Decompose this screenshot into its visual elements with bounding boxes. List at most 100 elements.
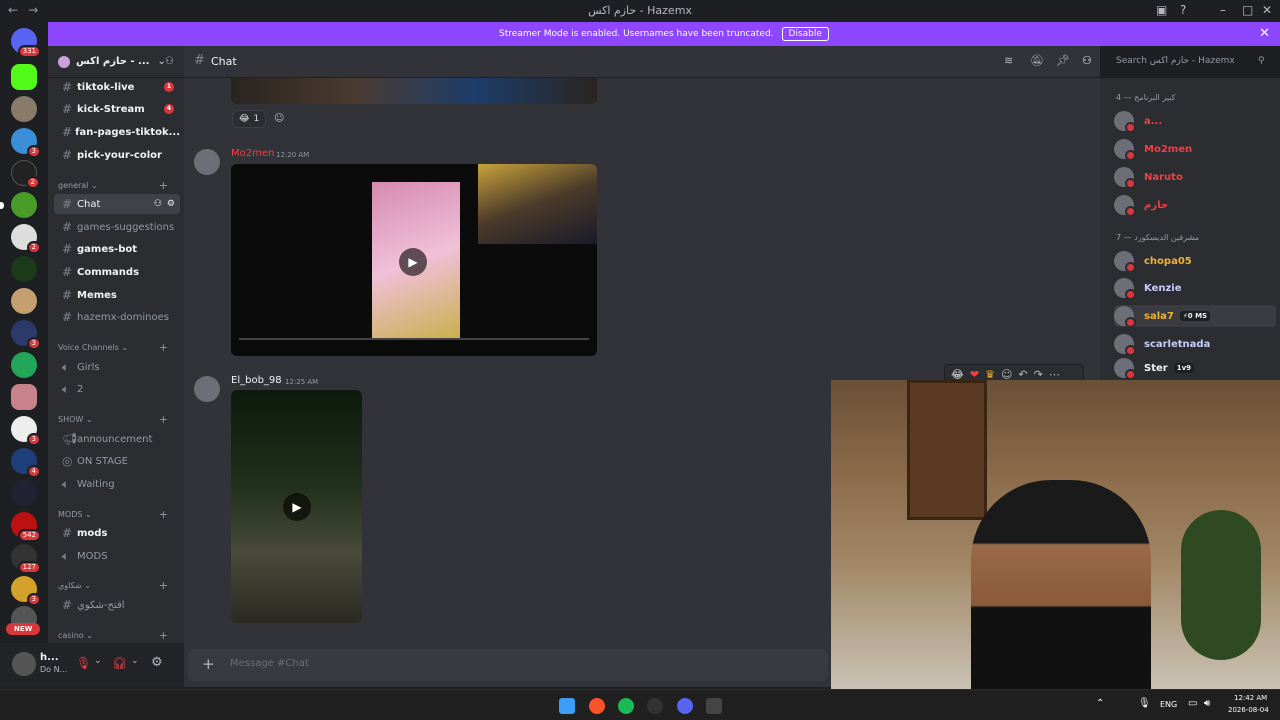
reply-icon[interactable]: ↶: [1018, 368, 1027, 381]
channel-item[interactable]: # اقتح-شكوي: [54, 595, 180, 615]
help-icon[interactable]: ?: [1180, 3, 1186, 17]
member-item[interactable]: Naruto: [1114, 166, 1276, 189]
heart-emoji-icon[interactable]: ❤: [970, 368, 979, 381]
server-icon[interactable]: 542: [11, 512, 41, 542]
add-reaction-icon[interactable]: ☺: [1001, 368, 1012, 381]
close-window-icon[interactable]: ✕: [1262, 3, 1272, 17]
message-input[interactable]: Message #Chat: [230, 658, 309, 669]
mic-muted-icon[interactable]: 🎙︎: [76, 656, 91, 670]
channel-item[interactable]: # Commands: [54, 262, 180, 282]
voice-channel-item[interactable]: 🔈︎ 2: [54, 379, 180, 399]
brave-browser-icon[interactable]: [589, 698, 605, 714]
add-channel-icon[interactable]: +: [159, 579, 168, 592]
video-attachment[interactable]: ▶: [231, 390, 362, 623]
channel-item[interactable]: # pick-your-color: [54, 145, 180, 165]
chevron-down-icon[interactable]: ⌄: [94, 656, 102, 666]
server-icon[interactable]: [11, 384, 37, 410]
add-channel-icon[interactable]: +: [159, 629, 168, 642]
reaction-laugh[interactable]: 😂 1: [232, 110, 267, 128]
volume-icon[interactable]: 🔊︎: [1204, 698, 1210, 709]
language-indicator[interactable]: ENG: [1160, 700, 1177, 709]
channel-item[interactable]: # mods: [54, 523, 180, 543]
channel-item[interactable]: # Memes: [54, 285, 180, 305]
network-icon[interactable]: ▭: [1188, 698, 1197, 709]
gear-icon[interactable]: ⚙: [167, 199, 175, 209]
server-icon[interactable]: [0, 192, 37, 218]
invite-icon[interactable]: ⚇: [154, 199, 162, 209]
spotify-icon[interactable]: [618, 698, 634, 714]
member-item[interactable]: حازم: [1114, 194, 1276, 217]
message-author[interactable]: El_bob_98: [231, 375, 282, 386]
member-item[interactable]: Kenzie: [1114, 277, 1276, 300]
add-attachment-icon[interactable]: +: [202, 655, 215, 673]
server-icon[interactable]: [11, 480, 37, 506]
obs-icon[interactable]: [647, 698, 663, 714]
disable-button[interactable]: Disable: [781, 27, 829, 41]
channel-item[interactable]: # fan-pages-tiktok...: [54, 122, 180, 142]
discord-taskbar-icon[interactable]: [677, 698, 693, 714]
close-icon[interactable]: ✕: [1259, 26, 1270, 41]
category-general[interactable]: general ⌄ +: [58, 179, 178, 192]
search-input[interactable]: Search حازم اكس - Hazemx: [1110, 53, 1274, 71]
category-mods[interactable]: MODS ⌄ +: [58, 508, 178, 521]
maximize-icon[interactable]: □: [1242, 3, 1253, 17]
member-item[interactable]: Mo2men: [1114, 138, 1276, 161]
voice-channel-item[interactable]: 🔈︎ MODS: [54, 546, 180, 566]
voice-channel-item[interactable]: 🔈︎ Waiting: [54, 474, 180, 494]
add-channel-icon[interactable]: +: [159, 413, 168, 426]
epic-games-icon[interactable]: [706, 698, 722, 714]
member-item[interactable]: Ster 1v9: [1114, 357, 1276, 380]
voice-channel-item[interactable]: 🔈︎ Girls: [54, 357, 180, 377]
laugh-emoji-icon[interactable]: 😂: [951, 368, 964, 381]
stage-channel-item[interactable]: ◎ ON STAGE: [54, 451, 180, 471]
server-icon[interactable]: [11, 256, 37, 282]
play-button-icon[interactable]: ▶: [283, 493, 311, 521]
minimize-icon[interactable]: –: [1220, 3, 1226, 17]
gear-icon[interactable]: ⚙: [151, 655, 163, 670]
member-item[interactable]: chopa05: [1114, 250, 1276, 273]
avatar[interactable]: [194, 149, 220, 175]
member-item[interactable]: a...: [1114, 110, 1276, 133]
server-icon[interactable]: 127: [11, 544, 41, 574]
category-show[interactable]: SHOW ⌄ +: [58, 413, 178, 426]
channel-item[interactable]: # games-suggestions: [54, 217, 180, 237]
inbox-icon[interactable]: ▣: [1156, 3, 1167, 17]
add-channel-icon[interactable]: +: [159, 341, 168, 354]
server-icon[interactable]: [11, 352, 37, 378]
category-shakawi[interactable]: شكاوي ⌄ +: [58, 579, 178, 592]
add-friend-icon[interactable]: ⚇: [165, 56, 174, 67]
image-attachment[interactable]: [231, 78, 597, 104]
clock-date[interactable]: 2026-08-04: [1228, 706, 1269, 714]
server-kick-icon[interactable]: [11, 64, 37, 90]
mic-tray-icon[interactable]: 🎙︎: [1138, 698, 1151, 709]
play-button-icon[interactable]: ▶: [399, 248, 427, 276]
channel-item-chat[interactable]: # Chat ⚇ ⚙: [54, 194, 180, 214]
clock-time[interactable]: 12:42 AM: [1234, 694, 1267, 702]
more-icon[interactable]: ⋯: [1049, 368, 1060, 381]
video-progress-bar[interactable]: [239, 338, 589, 340]
forward-icon[interactable]: ↷: [1034, 368, 1043, 381]
server-icon[interactable]: 4: [11, 448, 41, 478]
server-icon[interactable]: 2: [11, 160, 40, 189]
channel-item[interactable]: 📢︎ announcement: [54, 429, 180, 449]
channel-item[interactable]: # games-bot: [54, 239, 180, 259]
pin-icon[interactable]: 📌︎: [1056, 54, 1070, 67]
server-icon[interactable]: 3: [11, 416, 41, 446]
channel-item[interactable]: # kick-Stream 4: [54, 99, 180, 119]
server-icon[interactable]: 3: [11, 320, 41, 350]
crown-emoji-icon[interactable]: ♛: [985, 368, 995, 381]
category-casino[interactable]: casino ⌄ +: [58, 629, 178, 642]
message-author[interactable]: Mo2men: [231, 148, 274, 159]
video-attachment[interactable]: ▶: [231, 164, 597, 356]
discord-home-icon[interactable]: 331: [11, 28, 41, 58]
server-header[interactable]: حازم اكس - ... ⌄ ⚇: [48, 46, 184, 78]
server-icon[interactable]: 3: [11, 128, 41, 158]
server-icon[interactable]: 2: [11, 224, 41, 254]
member-item[interactable]: sala7 ⚡0 MS: [1114, 305, 1276, 328]
avatar[interactable]: [12, 652, 36, 676]
channel-item[interactable]: # hazemx-dominoes: [54, 307, 180, 327]
server-icon[interactable]: [11, 288, 37, 314]
threads-icon[interactable]: ≋: [1004, 54, 1013, 67]
add-channel-icon[interactable]: +: [159, 508, 168, 521]
add-channel-icon[interactable]: +: [159, 179, 168, 192]
